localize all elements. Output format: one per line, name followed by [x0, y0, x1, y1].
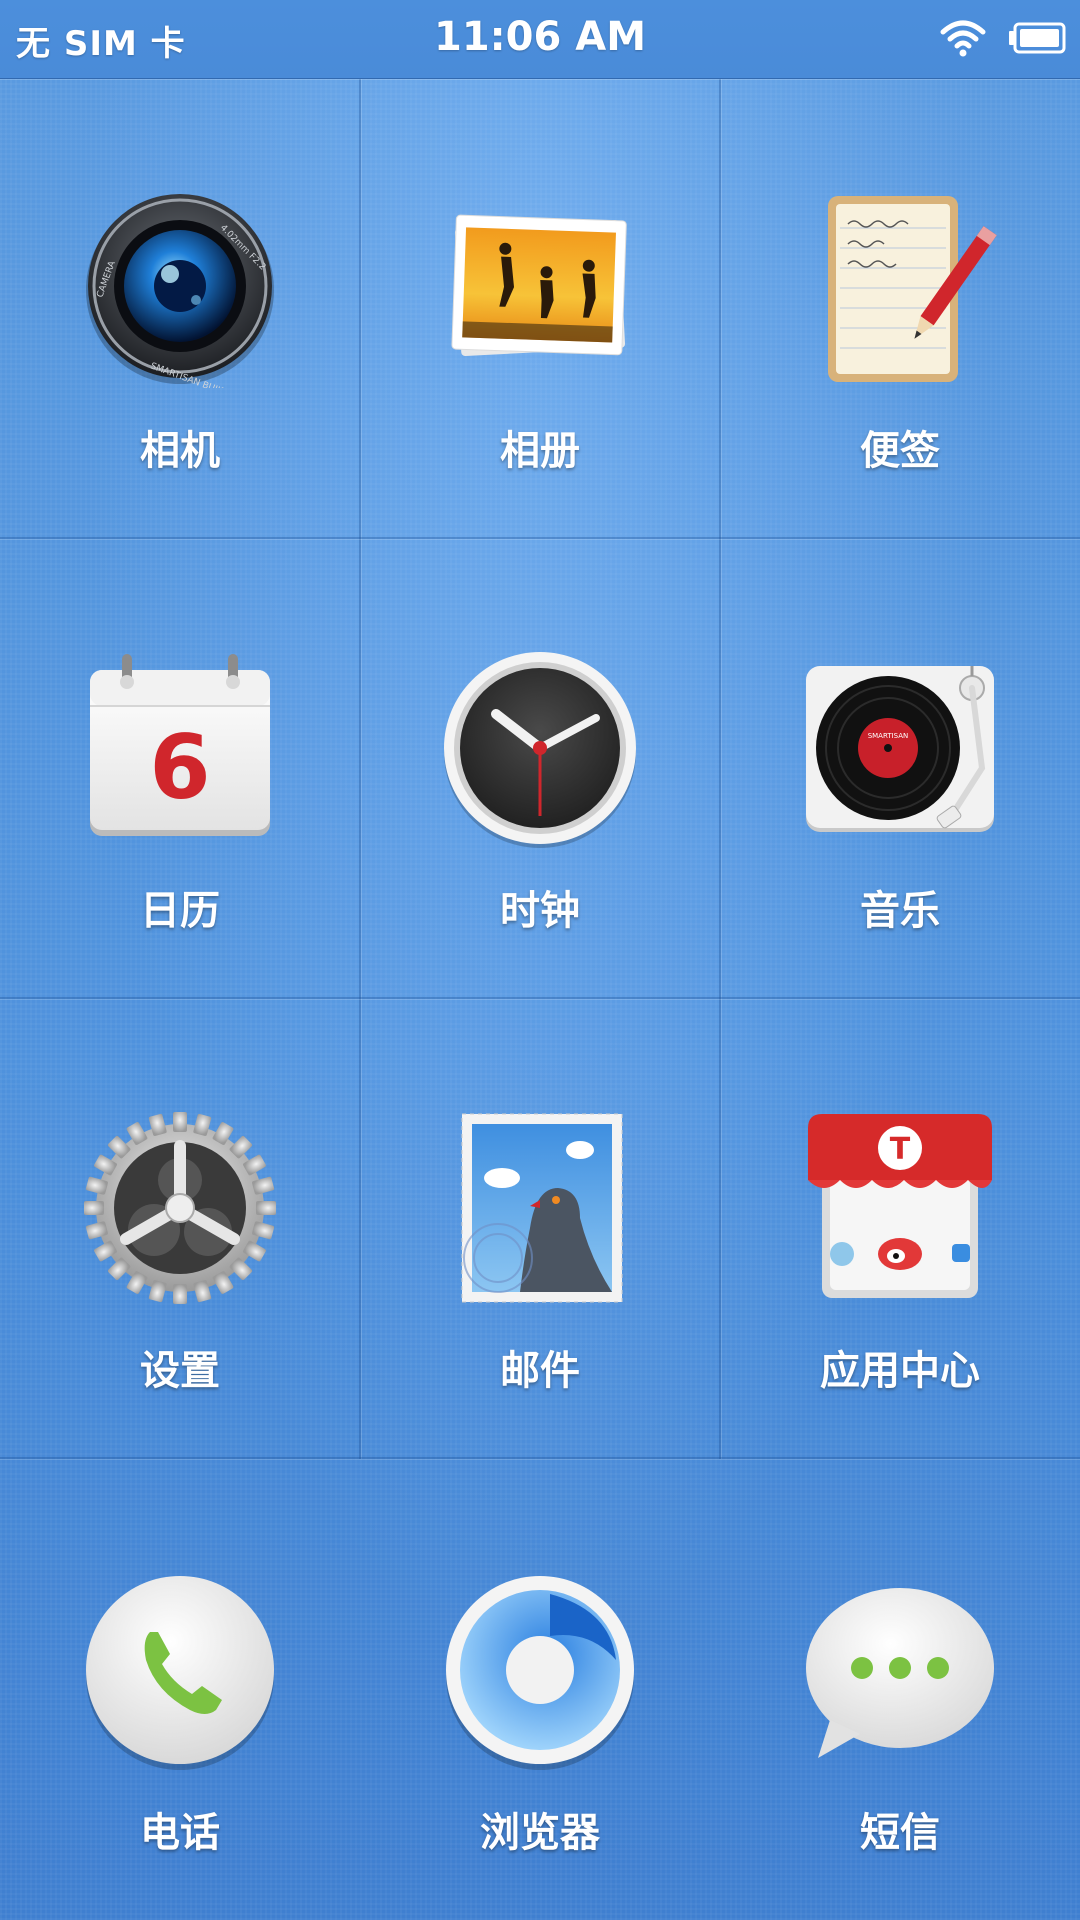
mail-stamp-icon	[461, 1113, 623, 1303]
app-camera[interactable]: 4.02mm F2.2 SMARTISAN BUILT-IN CAMERA 相机	[0, 188, 360, 476]
app-clock[interactable]: 时钟	[360, 648, 720, 936]
battery-icon	[1009, 22, 1066, 54]
calendar-day-number: 6	[149, 716, 210, 819]
browser-icon	[446, 1576, 634, 1770]
svg-text:T: T	[890, 1132, 911, 1167]
app-settings[interactable]: 设置	[0, 1108, 360, 1396]
app-label: 相机	[140, 428, 220, 474]
app-label: 设置	[140, 1348, 220, 1394]
app-store[interactable]: T 应用中心	[720, 1108, 1080, 1396]
app-label: 电话	[140, 1810, 220, 1856]
clock-time: 11:06 AM	[433, 14, 646, 60]
music-icon: SMARTISAN	[806, 666, 994, 832]
app-label: 短信	[860, 1810, 940, 1856]
grid-divider	[0, 997, 1080, 999]
app-photo-album[interactable]: 相册	[360, 188, 720, 476]
dock-messages[interactable]: 短信	[720, 1570, 1080, 1858]
app-label: 音乐	[860, 888, 940, 934]
record-label-text: SMARTISAN	[868, 732, 909, 740]
grid-divider	[0, 1457, 1080, 1459]
app-mail[interactable]: 邮件	[360, 1108, 720, 1396]
app-calendar[interactable]: 6 日历	[0, 648, 360, 936]
grid-divider	[0, 537, 1080, 539]
app-store-icon: T	[808, 1114, 992, 1298]
status-bar: 无 SIM 卡 11:06 AM	[0, 0, 1080, 79]
app-label: 便签	[860, 428, 940, 474]
home-screen: 无 SIM 卡 11:06 AM 4.02mm F2.2 CAMERA 相机 相…	[0, 0, 1080, 1920]
wifi-icon	[940, 20, 986, 57]
settings-gear-icon	[84, 1112, 276, 1304]
messages-icon	[806, 1588, 994, 1758]
app-label: 应用中心	[820, 1348, 980, 1394]
app-notes[interactable]: 便签	[720, 188, 1080, 476]
clock-icon	[444, 652, 636, 848]
phone-icon	[86, 1576, 274, 1770]
app-label: 时钟	[500, 888, 580, 934]
dock-phone[interactable]: 电话	[0, 1570, 360, 1858]
dock-browser[interactable]: 浏览器	[360, 1570, 720, 1858]
app-label: 浏览器	[480, 1810, 600, 1856]
photo-album-icon	[451, 214, 627, 356]
app-label: 邮件	[500, 1348, 580, 1394]
app-label: 日历	[140, 888, 220, 934]
camera-icon: 4.02mm F2.2 SMARTISAN BUILT-IN CAMERA	[86, 194, 274, 388]
calendar-icon: 6	[90, 654, 270, 836]
notes-icon	[828, 196, 997, 382]
app-music[interactable]: SMARTISAN 音乐	[720, 648, 1080, 936]
app-label: 相册	[500, 428, 580, 474]
